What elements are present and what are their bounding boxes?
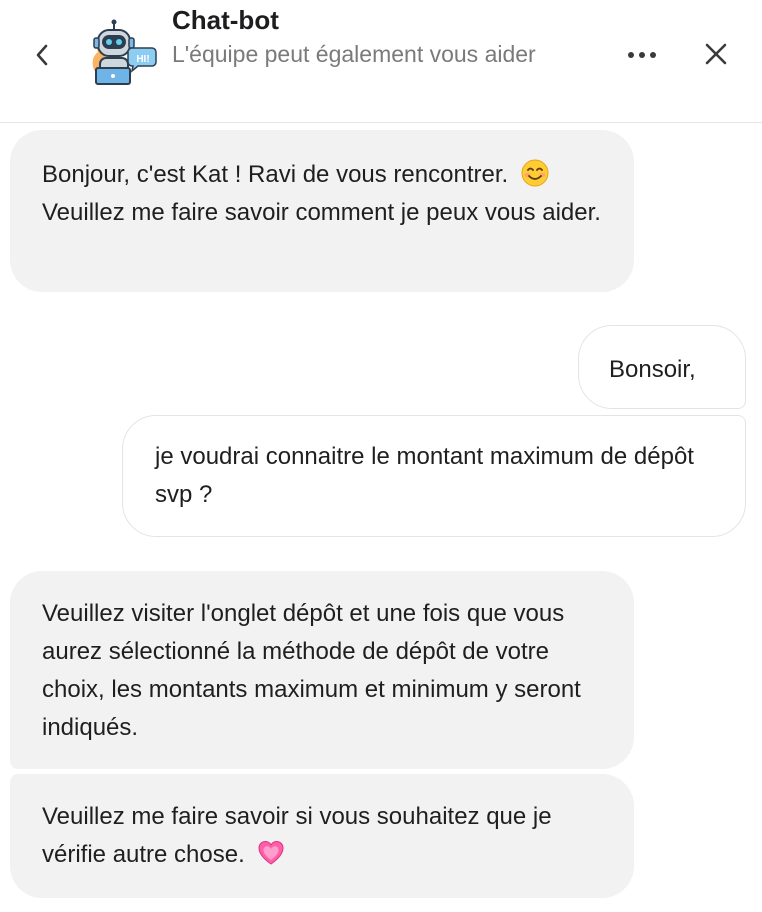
message-text: je voudrai connaitre le montant maximum … [155,443,694,508]
close-icon [705,43,727,65]
smiling-face-icon [521,159,549,187]
chat-subtitle: L'équipe peut également vous aider [172,41,536,67]
back-button[interactable] [28,40,56,70]
more-dots-icon [628,52,656,58]
bot-message: Veuillez me faire savoir si vous souhait… [10,774,634,898]
bot-message: Bonjour, c'est Kat ! Ravi de vous rencon… [10,130,634,292]
chat-title: Chat-bot [172,5,279,35]
pink-heart-icon [258,840,284,865]
robot-avatar-icon: HI! [92,19,157,85]
close-button[interactable] [700,38,732,70]
message-text: Bonjour, c'est Kat ! Ravi de vous rencon… [42,161,509,188]
message-text-continued: Veuillez me faire savoir comment je peux… [42,199,601,226]
message-text: Veuillez visiter l'onglet dépôt et une f… [42,600,581,741]
user-message: je voudrai connaitre le montant maximum … [122,415,746,537]
more-options-button[interactable] [622,40,662,70]
chevron-left-icon [36,44,48,66]
avatar-badge-text: HI! [136,54,149,65]
user-message: Bonsoir, [578,325,746,409]
bot-avatar: HI! [86,18,158,90]
bot-message: Veuillez visiter l'onglet dépôt et une f… [10,571,634,769]
chat-header: HI! Chat-bot L'équipe peut également vou… [0,0,762,123]
message-text: Veuillez me faire savoir si vous souhait… [42,803,552,868]
message-text: Bonsoir, [609,356,696,383]
